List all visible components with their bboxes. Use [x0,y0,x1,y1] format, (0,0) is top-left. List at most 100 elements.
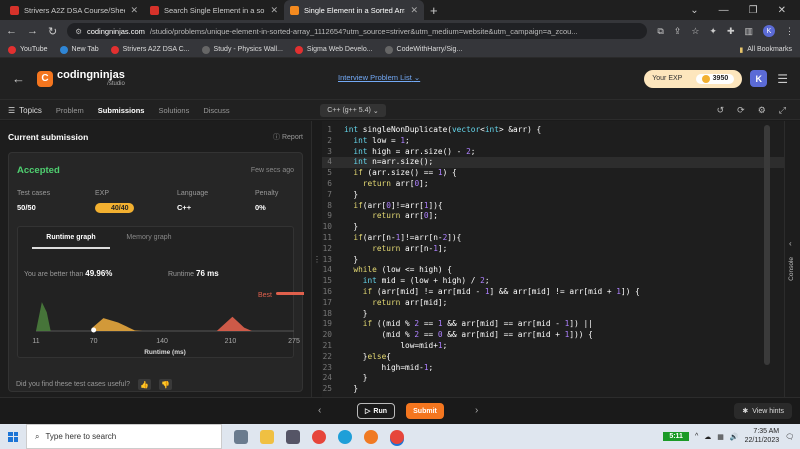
menu-kebab-icon[interactable]: ⋮ [785,26,794,37]
translate-icon[interactable]: ⧉ [657,26,663,37]
minimize-icon[interactable]: — [719,5,729,16]
code-line[interactable]: 14 while (low <= high) { [322,265,784,276]
bookmark-sigma[interactable]: Sigma Web Develo... [294,45,373,54]
taskbar-search-input[interactable]: ⌕ Type here to search [26,424,222,449]
tab-submissions[interactable]: Submissions [98,106,145,115]
code-line[interactable]: 3 int high = arr.size() - 2; [322,147,784,158]
tab-solutions[interactable]: Solutions [158,106,189,115]
file-explorer-icon[interactable] [260,429,274,444]
code-line[interactable]: 20 (mid % 2 == 0 && arr[mid] == arr[mid … [322,330,784,341]
notification-icon[interactable]: 🗨 [785,433,794,441]
clock[interactable]: 7:35 AM 22/11/2023 [745,428,780,445]
hamburger-menu-icon[interactable]: ☰ [777,72,788,86]
camera-app-icon[interactable] [286,429,300,444]
prev-problem-icon[interactable]: ‹ [318,405,321,416]
tray-chevron-icon[interactable]: ^ [695,433,698,440]
reload-icon[interactable]: ↻ [48,25,57,38]
editor-scrollbar[interactable] [764,125,770,365]
site-info-icon[interactable]: ⚙ [75,27,82,36]
restore-icon[interactable]: ❐ [749,5,758,16]
url-input[interactable]: ⚙ codingninjas.com/studio/problems/unique… [67,23,648,39]
chrome-active-icon[interactable] [390,429,404,444]
topics-toggle[interactable]: ☰ Topics [8,106,42,115]
exp-badge[interactable]: Your EXP 3950 [644,69,743,88]
code-line[interactable]: 9 return arr[0]; [322,211,784,222]
code-line[interactable]: 25 } [322,384,784,395]
browser-tab[interactable]: Search Single Element in a sorte ✕ [144,0,284,20]
timer-widget[interactable]: 5:11 [663,432,689,441]
code-line[interactable]: 1 int singleNonDuplicate(vector<int> &arr… [322,125,784,136]
firefox-icon[interactable] [364,429,378,444]
all-bookmarks[interactable]: ▮ All Bookmarks [739,46,792,54]
user-avatar[interactable]: K [750,70,768,87]
volume-icon[interactable]: 🔊 [730,433,739,441]
site-logo[interactable]: codingninjas/studio [57,70,125,88]
cloud-icon[interactable]: ☁ [704,433,711,441]
bookmark-codewithharry[interactable]: CodeWithHarry/Sig... [384,45,462,54]
code-line[interactable]: 19 if ((mid % 2 == 1 && arr[mid] == arr[… [322,319,784,330]
language-select[interactable]: C++ (g++ 5.4) ⌄ [320,104,386,117]
task-view-icon[interactable] [234,429,248,444]
interview-problem-list-link[interactable]: Interview Problem List ⌄ [338,73,420,82]
code-line[interactable]: 10 } [322,222,784,233]
code-line[interactable]: 7 } [322,190,784,201]
sidepanel-icon[interactable]: ▥ [744,26,753,37]
code-line[interactable]: 23 high=mid-1; [322,363,784,374]
chrome-icon[interactable] [312,429,326,444]
run-button[interactable]: ▷ Run [357,403,395,419]
view-hints-button[interactable]: ✱ View hints [734,403,792,419]
tab-discuss[interactable]: Discuss [203,106,229,115]
panel-resize-handle[interactable]: ⋮ [312,121,322,397]
back-icon[interactable]: ← [6,25,17,37]
bookmark-strivers[interactable]: Strivers A2Z DSA C... [110,45,190,54]
code-line[interactable]: 5 if (arr.size() == 1) { [322,168,784,179]
tab-memory-graph[interactable]: Memory graph [110,227,188,249]
code-line[interactable]: 2 int low = 1; [322,136,784,147]
close-tab-icon[interactable]: ✕ [270,5,278,16]
console-panel[interactable]: ‹ Console [784,121,800,397]
code-line[interactable]: 16 if (arr[mid] != arr[mid - 1] && arr[m… [322,287,784,298]
code-line[interactable]: 11 if(arr[n-1]!=arr[n-2]){ [322,233,784,244]
browser-tab[interactable]: Strivers A2Z DSA Course/Sheet ✕ [4,0,144,20]
settings-gear-icon[interactable]: ⚙ [758,105,766,116]
bookmark-star-icon[interactable]: ☆ [691,26,699,37]
report-button[interactable]: ⓘ Report [273,132,303,142]
bookmark-physics[interactable]: Study - Physics Wall... [201,45,283,54]
thumbs-up-icon[interactable]: 👍 [138,379,152,390]
new-tab-icon[interactable]: + [430,3,438,18]
close-window-icon[interactable]: ✕ [778,5,786,16]
codingninjas-logo-icon[interactable]: C [37,70,53,87]
next-problem-icon[interactable]: › [475,405,478,416]
code-line[interactable]: 15 int mid = (low + high) / 2; [322,276,784,287]
profile-avatar[interactable]: K [763,25,775,37]
code-line[interactable]: 12 return arr[n-1]; [322,244,784,255]
code-editor[interactable]: 1 int singleNonDuplicate(vector<int> &arr… [322,121,784,397]
refresh-icon[interactable]: ⟳ [737,105,745,116]
code-line[interactable]: 8 if(arr[0]!=arr[1]){ [322,201,784,212]
code-line[interactable]: 18 } [322,309,784,320]
edge-icon[interactable] [338,429,352,444]
submit-button[interactable]: Submit [406,403,444,419]
reset-icon[interactable]: ↺ [717,105,725,116]
extensions-puzzle-icon[interactable]: ✚ [727,26,735,37]
tab-problem[interactable]: Problem [56,106,84,115]
back-arrow-icon[interactable]: ← [12,71,25,86]
network-icon[interactable]: ▦ [717,433,724,441]
tab-search-icon[interactable]: ⌄ [690,5,698,16]
code-line[interactable]: 24 } [322,373,784,384]
forward-icon[interactable]: → [27,25,38,37]
extension-icon[interactable]: ✦ [709,26,717,37]
tab-runtime-graph[interactable]: Runtime graph [32,227,110,249]
code-line[interactable]: 13 } [322,255,784,266]
share-icon[interactable]: ⇪ [674,26,682,37]
close-tab-icon[interactable]: ✕ [130,5,138,16]
start-button[interactable] [0,431,26,442]
code-line[interactable]: 22 }else{ [322,352,784,363]
bookmark-youtube[interactable]: YouTube [8,45,48,54]
thumbs-down-icon[interactable]: 👎 [159,379,173,390]
code-line[interactable]: 21 low=mid+1; [322,341,784,352]
bookmark-newtab[interactable]: New Tab [59,45,99,54]
close-tab-icon[interactable]: ✕ [410,5,418,16]
fullscreen-icon[interactable]: ⤢ [779,105,786,116]
browser-tab-active[interactable]: Single Element in a Sorted Array ✕ [284,0,424,20]
